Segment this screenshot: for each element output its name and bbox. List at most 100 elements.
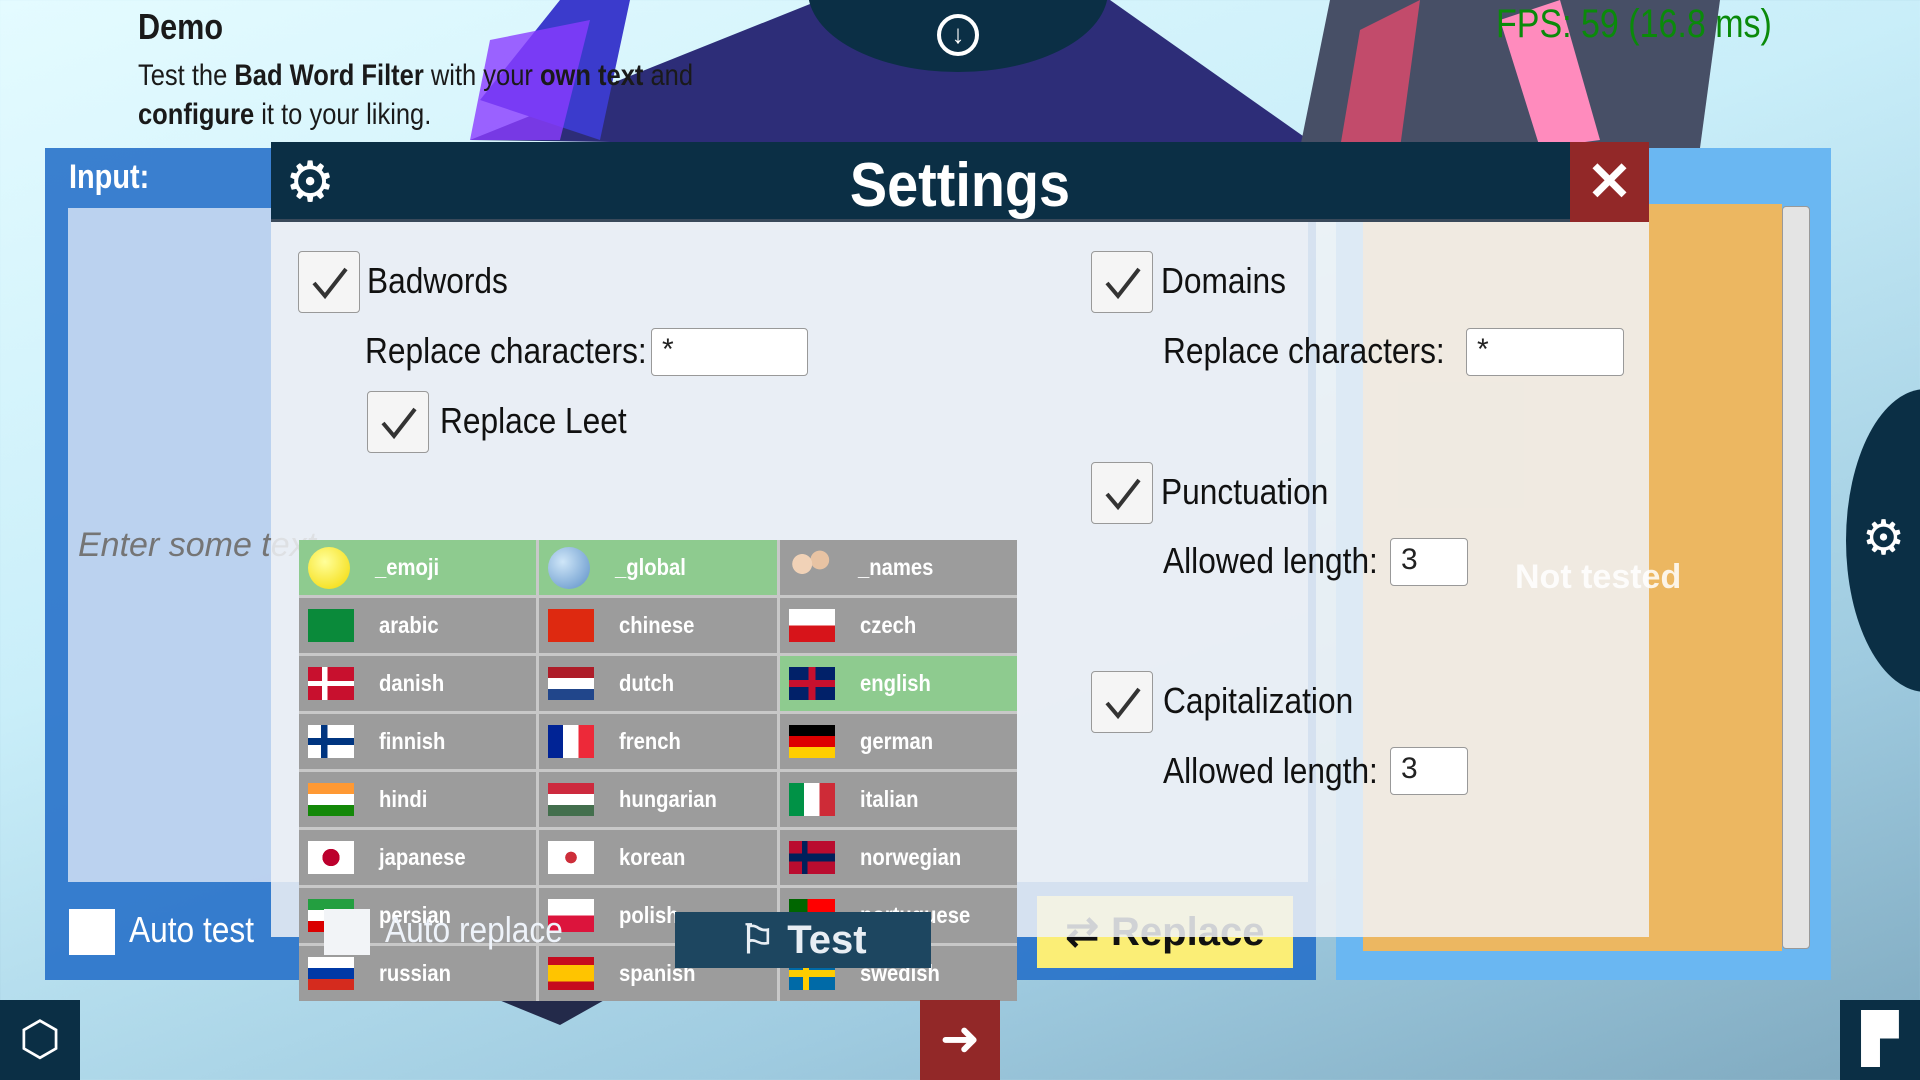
badwords-replace-input[interactable]: * (651, 328, 808, 376)
dk-flag-icon (308, 667, 354, 700)
download-circle-icon[interactable]: ↓ (937, 14, 979, 56)
language-label: dutch (619, 670, 675, 696)
language-label: norwegian (859, 844, 961, 870)
language-cell-dutch[interactable]: dutch (539, 656, 777, 711)
close-icon: ✕ (1586, 152, 1633, 212)
ru-flag-icon (308, 957, 354, 990)
language-label: arabic (379, 612, 439, 638)
unity-logo-icon[interactable]: ⬡ (0, 1000, 80, 1080)
it-flag-icon (788, 783, 835, 816)
auto-test-checkbox[interactable] (69, 909, 115, 955)
language-label: russian (379, 960, 452, 986)
domains-replace-input[interactable]: * (1466, 328, 1624, 376)
test-button-label: Test (787, 917, 867, 962)
checkmark-icon (1105, 687, 1141, 720)
exit-button[interactable]: ➜ (920, 1000, 1000, 1080)
domains-label: Domains (1161, 260, 1287, 301)
checkmark-icon (1105, 478, 1141, 511)
gb-flag-icon (788, 667, 835, 700)
language-cell-finnish[interactable]: finnish (299, 714, 537, 769)
domains-replace-label: Replace characters: (1163, 330, 1445, 371)
checkmark-icon (1105, 267, 1141, 300)
language-cell-names[interactable]: _names (779, 540, 1017, 595)
language-label: chinese (619, 612, 695, 638)
names-flag-icon (788, 547, 833, 588)
no-flag-icon (788, 841, 835, 874)
in-flag-icon (308, 783, 354, 816)
language-cell-czech[interactable]: czech (779, 598, 1017, 653)
language-cell-korean[interactable]: korean (539, 830, 777, 885)
page-title: Demo (138, 6, 224, 47)
language-label: english (859, 670, 931, 696)
hu-flag-icon (548, 783, 595, 816)
global-flag-icon (548, 546, 591, 589)
close-button[interactable]: ✕ (1570, 142, 1649, 222)
punctuation-length-label: Allowed length: (1163, 540, 1378, 581)
output-scrollbar[interactable] (1782, 206, 1810, 949)
language-label: hindi (379, 786, 428, 812)
badwords-checkbox[interactable] (298, 251, 360, 313)
cn-flag-icon (548, 609, 595, 642)
language-cell-japanese[interactable]: japanese (299, 830, 537, 885)
language-label: czech (859, 612, 916, 638)
language-cell-hindi[interactable]: hindi (299, 772, 537, 827)
nl-flag-icon (548, 667, 595, 700)
language-label: polish (619, 902, 679, 928)
replace-leet-checkbox[interactable] (367, 391, 429, 453)
settings-body: Badwords Replace characters: * Replace L… (271, 222, 1649, 1001)
checkmark-icon (312, 267, 348, 300)
fi-flag-icon (308, 725, 354, 758)
auto-replace-label: Auto replace (385, 909, 563, 950)
punctuation-length-input[interactable]: 3 (1390, 538, 1468, 586)
capitalization-label: Capitalization (1163, 680, 1354, 721)
language-label: japanese (379, 844, 466, 870)
auto-test-label: Auto test (129, 909, 255, 950)
flag-icon: ⚐ (739, 918, 776, 962)
language-label: _global (615, 554, 687, 580)
exit-icon: ➜ (939, 1013, 981, 1066)
capitalization-length-input[interactable]: 3 (1390, 747, 1468, 795)
badwords-replace-label: Replace characters: (365, 330, 647, 371)
checkmark-icon (381, 407, 417, 440)
language-label: french (619, 728, 682, 754)
fr-flag-icon (548, 725, 595, 758)
settings-dialog: ⚙ Settings ✕ Badwords Replace characters… (271, 142, 1649, 1001)
capitalization-checkbox[interactable] (1091, 671, 1153, 733)
language-cell-french[interactable]: french (539, 714, 777, 769)
de-flag-icon (788, 725, 835, 758)
language-cell-norwegian[interactable]: norwegian (779, 830, 1017, 885)
capitalization-length-label: Allowed length: (1163, 750, 1378, 791)
language-label: finnish (379, 728, 446, 754)
language-cell-emoji[interactable]: _emoji (299, 540, 537, 595)
page-subtitle: Test the Bad Word Filter with your own t… (138, 59, 694, 131)
fps-counter: FPS: 59 (16.8 ms) (1496, 2, 1772, 46)
language-label: italian (859, 786, 919, 812)
output-status: Not tested (1515, 558, 1682, 596)
auto-replace-checkbox[interactable] (324, 909, 370, 955)
kr-flag-icon (548, 841, 595, 874)
language-label: danish (379, 670, 445, 696)
jp-flag-icon (308, 841, 354, 874)
badwords-label: Badwords (367, 260, 508, 301)
language-cell-english[interactable]: english (779, 656, 1017, 711)
replace-leet-label: Replace Leet (440, 400, 627, 441)
es-flag-icon (548, 957, 595, 990)
language-cell-arabic[interactable]: arabic (299, 598, 537, 653)
language-cell-german[interactable]: german (779, 714, 1017, 769)
language-cell-hungarian[interactable]: hungarian (539, 772, 777, 827)
input-label: Input: (69, 158, 150, 196)
test-button[interactable]: ⚐ Test (675, 912, 931, 968)
domains-checkbox[interactable] (1091, 251, 1153, 313)
emoji-flag-icon (308, 546, 350, 589)
language-cell-chinese[interactable]: chinese (539, 598, 777, 653)
crosstales-logo-icon[interactable]: ▛ (1840, 1000, 1920, 1080)
language-label: german (859, 728, 933, 754)
language-cell-global[interactable]: _global (539, 540, 777, 595)
language-cell-danish[interactable]: danish (299, 656, 537, 711)
sa-flag-icon (308, 609, 354, 642)
language-label: korean (619, 844, 686, 870)
punctuation-checkbox[interactable] (1091, 462, 1153, 524)
language-cell-italian[interactable]: italian (779, 772, 1017, 827)
gear-icon[interactable]: ⚙ (1862, 514, 1905, 564)
settings-title: Settings (849, 151, 1071, 220)
